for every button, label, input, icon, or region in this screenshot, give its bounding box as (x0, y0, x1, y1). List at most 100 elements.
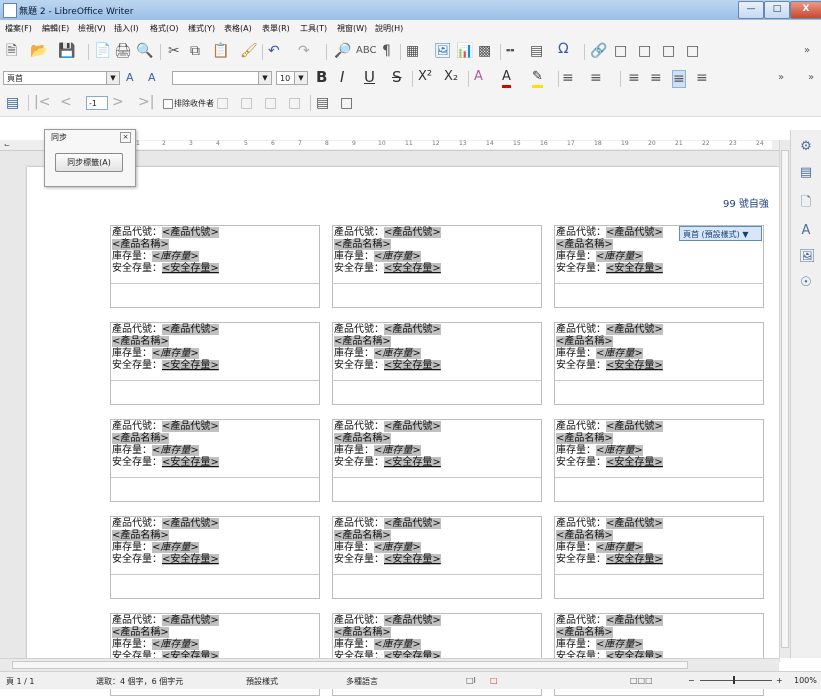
bold-icon[interactable]: B (316, 69, 327, 85)
product-code-field[interactable]: <產品代號> (162, 421, 219, 432)
zoom-slider[interactable] (700, 680, 772, 681)
stock-field[interactable]: <庫存量> (152, 445, 199, 456)
print-preview-icon[interactable]: 🔍 (136, 43, 153, 59)
sidebar-navigator-icon[interactable]: ☉ (799, 276, 813, 290)
track-changes-icon[interactable]: □ (662, 43, 675, 59)
label-cell[interactable]: 產品代號：<產品代號> <產品名稱> 庫存量：<庫存量> 安全存量：<安全存量> (110, 225, 320, 308)
toolbar-overflow-icon[interactable]: » (778, 70, 784, 86)
label-cell[interactable]: 產品代號：<產品代號> <產品名稱> 庫存量：<庫存量> 安全存量：<安全存量> (110, 516, 320, 599)
new-document-icon[interactable]: 🗎 (6, 43, 17, 59)
insert-footnote-icon[interactable]: □ (614, 43, 627, 59)
product-code-field[interactable]: <產品代號> (384, 227, 441, 238)
safety-stock-field[interactable]: <安全存量> (162, 360, 219, 371)
product-code-field[interactable]: <產品代號> (606, 324, 663, 335)
menu-edit[interactable]: 編輯(E) (42, 23, 69, 34)
stock-field[interactable]: <庫存量> (374, 542, 421, 553)
product-code-field[interactable]: <產品代號> (606, 615, 663, 626)
product-name-field[interactable]: <產品名稱> (556, 433, 613, 444)
chevron-down-icon[interactable]: ▼ (258, 72, 271, 84)
minimize-button[interactable]: — (738, 1, 764, 19)
document-modified-icon[interactable]: □ (490, 676, 498, 685)
stock-field[interactable]: <庫存量> (596, 639, 643, 650)
close-button[interactable]: X (790, 1, 821, 19)
toolbar-overflow-icon[interactable]: » (808, 70, 814, 86)
label-cell[interactable]: 產品代號：<產品代號> <產品名稱> 庫存量：<庫存量> 安全存量：<安全存量> (332, 322, 542, 405)
spellcheck-icon[interactable]: ABC (356, 43, 377, 59)
justify-icon[interactable]: ≡ (696, 70, 708, 86)
print-icon[interactable]: 🖨 (114, 43, 132, 59)
page-count-status[interactable]: 頁 1 / 1 (6, 676, 35, 687)
safety-stock-field[interactable]: <安全存量> (162, 457, 219, 468)
product-code-field[interactable]: <產品代號> (162, 324, 219, 335)
close-icon[interactable]: × (120, 132, 131, 143)
stock-field[interactable]: <庫存量> (152, 639, 199, 650)
product-name-field[interactable]: <產品名稱> (112, 433, 169, 444)
insert-chart-icon[interactable]: 📊 (456, 43, 473, 59)
paragraph-style-combo[interactable]: 頁首 ▼ (3, 71, 120, 85)
menu-file[interactable]: 檔案(F) (5, 23, 32, 34)
redo-icon[interactable]: ↷ (298, 43, 310, 59)
sidebar-styles-icon[interactable]: A (799, 224, 813, 238)
menu-help[interactable]: 說明(H) (375, 23, 403, 34)
product-name-field[interactable]: <產品名稱> (334, 530, 391, 541)
menu-tools[interactable]: 工具(T) (300, 23, 327, 34)
label-cell[interactable]: 產品代號：<產品代號> <產品名稱> 庫存量：<庫存量> 安全存量：<安全存量> (554, 419, 764, 502)
new-style-icon[interactable]: A (148, 70, 156, 86)
zoom-in-icon[interactable]: + (776, 676, 783, 685)
menu-insert[interactable]: 插入(I) (114, 23, 139, 34)
safety-stock-field[interactable]: <安全存量> (162, 554, 219, 565)
label-cell[interactable]: 產品代號：<產品代號> <產品名稱> 庫存量：<庫存量> 安全存量：<安全存量> (332, 419, 542, 502)
toolbar-overflow-icon[interactable]: » (804, 43, 810, 59)
clear-formatting-icon[interactable]: A (474, 69, 483, 85)
menu-view[interactable]: 檢視(V) (78, 23, 106, 34)
align-left-icon[interactable]: ≡ (628, 70, 640, 86)
sync-labels-button[interactable]: 同步標籤(A) (55, 153, 123, 172)
sidebar-page-icon[interactable]: 🗋 (799, 196, 813, 210)
chevron-down-icon[interactable]: ▼ (294, 72, 307, 84)
safety-stock-field[interactable]: <安全存量> (384, 457, 441, 468)
product-code-field[interactable]: <產品代號> (384, 421, 441, 432)
stock-field[interactable]: <庫存量> (596, 445, 643, 456)
clone-formatting-icon[interactable]: 🖌 (240, 43, 258, 59)
product-name-field[interactable]: <產品名稱> (334, 239, 391, 250)
save-merged-icon[interactable]: □ (240, 95, 253, 111)
product-name-field[interactable]: <產品名稱> (334, 336, 391, 347)
paste-icon[interactable]: 📋 (212, 43, 229, 59)
product-code-field[interactable]: <產品代號> (606, 421, 663, 432)
stock-field[interactable]: <庫存量> (596, 542, 643, 553)
font-name-combo[interactable]: ▼ (172, 71, 272, 85)
insert-textbox-icon[interactable]: ▩ (478, 43, 491, 59)
document-page[interactable]: 產品代號：<產品代號> <產品名稱> 庫存量：<庫存量> 安全存量：<安全存量> 產品代… (27, 167, 779, 696)
data-source-icon[interactable]: ▤ (316, 95, 329, 111)
label-cell[interactable]: 產品代號：<產品代號> <產品名稱> 庫存量：<庫存量> 安全存量：<安全存量> (110, 322, 320, 405)
open-folder-icon[interactable]: 📂 (30, 43, 47, 59)
zoom-slider-thumb[interactable] (733, 676, 735, 684)
first-record-icon[interactable]: |< (34, 94, 50, 110)
exclude-recipient-checkbox[interactable] (163, 99, 173, 109)
product-code-field[interactable]: <產品代號> (162, 615, 219, 626)
label-cell[interactable]: 產品代號：<產品代號> <產品名稱> 庫存量：<庫存量> 安全存量：<安全存量> (332, 516, 542, 599)
zoom-out-icon[interactable]: − (688, 676, 695, 685)
safety-stock-field[interactable]: <安全存量> (606, 457, 663, 468)
send-email-icon[interactable]: □ (288, 95, 301, 111)
product-code-field[interactable]: <產品代號> (384, 615, 441, 626)
last-record-icon[interactable]: >| (138, 94, 154, 110)
next-record-icon[interactable]: > (112, 94, 124, 110)
maximize-button[interactable]: □ (764, 1, 790, 19)
edit-document-icon[interactable]: □ (216, 95, 229, 111)
italic-icon[interactable]: I (340, 69, 344, 85)
address-list-icon[interactable]: ▤ (6, 95, 19, 111)
stock-field[interactable]: <庫存量> (374, 445, 421, 456)
label-cell[interactable]: 產品代號：<產品代號> <產品名稱> 庫存量：<庫存量> 安全存量：<安全存量> (332, 225, 542, 308)
bullets-icon[interactable]: ≡ (562, 70, 574, 86)
safety-stock-field[interactable]: <安全存量> (606, 360, 663, 371)
product-code-field[interactable]: <產品代號> (162, 227, 219, 238)
stock-field[interactable]: <庫存量> (374, 251, 421, 262)
find-replace-icon[interactable]: 🔎 (334, 43, 351, 59)
underline-icon[interactable]: U (364, 69, 375, 85)
menu-table[interactable]: 表格(A) (224, 23, 252, 34)
formatting-marks-icon[interactable]: ¶ (382, 43, 391, 59)
stock-field[interactable]: <庫存量> (374, 639, 421, 650)
product-code-field[interactable]: <產品代號> (162, 518, 219, 529)
product-name-field[interactable]: <產品名稱> (112, 627, 169, 638)
